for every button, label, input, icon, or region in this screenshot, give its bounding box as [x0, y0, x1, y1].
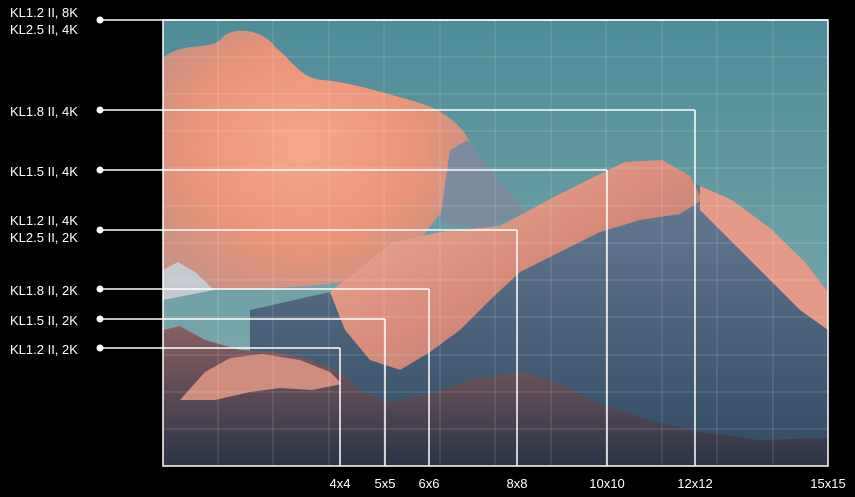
label-dot [96, 166, 104, 174]
resolution-label: KL1.2 II, 4K [10, 213, 78, 228]
size-tick-label: 5x5 [374, 476, 396, 491]
resolution-label: KL1.8 II, 4K [10, 104, 78, 119]
size-tick-label: 15x15 [810, 476, 846, 491]
size-tick-label: 8x8 [506, 476, 528, 491]
label-dot [96, 106, 104, 114]
label-dot [96, 285, 104, 293]
size-tick-label: 4x4 [329, 476, 351, 491]
sensor-crop-diagram: KL1.2 II, 8K KL2.5 II, 4K KL1.8 II, 4K KL1.… [0, 0, 855, 497]
resolution-label: KL1.8 II, 2K [10, 283, 78, 298]
resolution-label: KL2.5 II, 2K [10, 230, 78, 245]
size-tick-label: 10x10 [589, 476, 625, 491]
label-dot [96, 16, 104, 24]
resolution-label: KL1.5 II, 2K [10, 313, 78, 328]
size-tick-label: 6x6 [418, 476, 440, 491]
resolution-label: KL1.5 II, 4K [10, 164, 78, 179]
label-dot [96, 315, 104, 323]
size-tick-label: 12x12 [677, 476, 713, 491]
label-dot [96, 344, 104, 352]
resolution-label: KL1.2 II, 8K [10, 5, 78, 20]
label-dot [96, 226, 104, 234]
scene-svg [96, 16, 829, 467]
resolution-label: KL1.2 II, 2K [10, 342, 78, 357]
resolution-label: KL2.5 II, 4K [10, 22, 78, 37]
